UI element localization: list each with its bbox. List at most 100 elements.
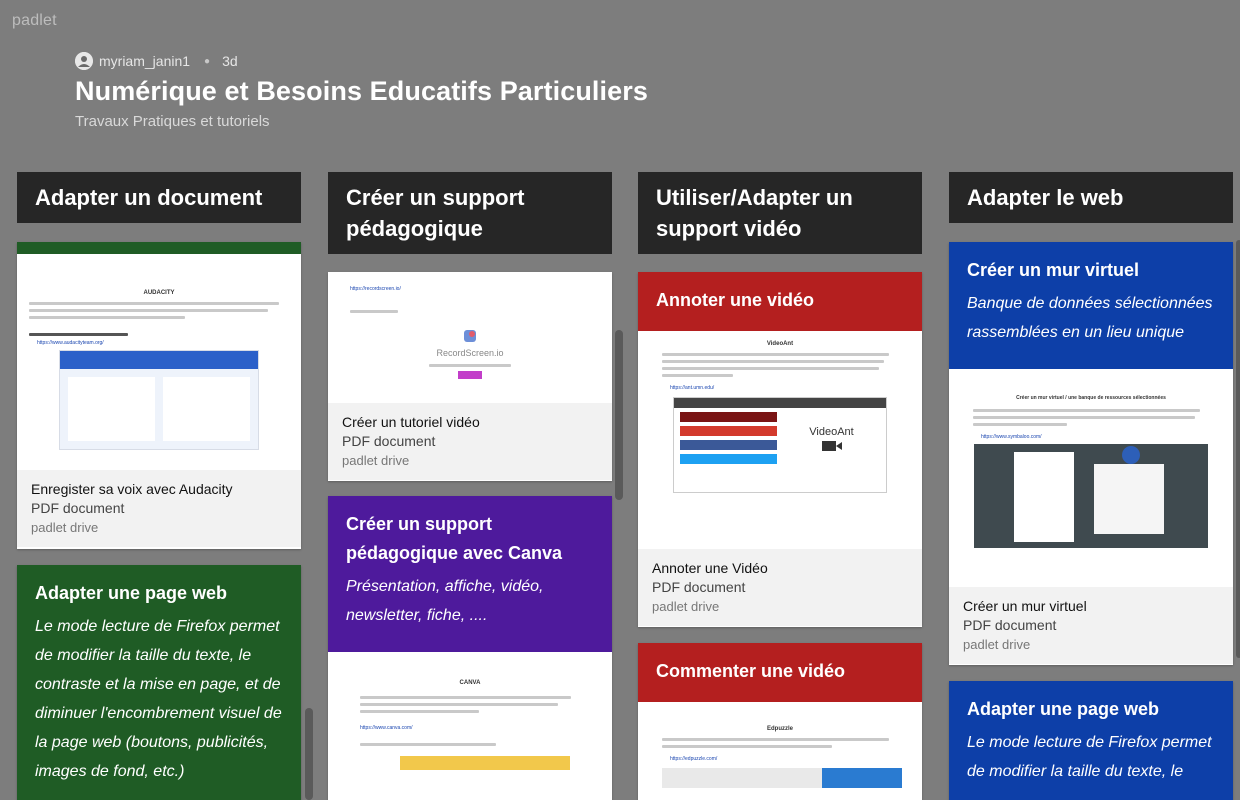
preview-record-button bbox=[458, 371, 482, 379]
preview-text-line bbox=[973, 416, 1195, 419]
preview-text-line bbox=[973, 409, 1200, 412]
preview-screenshot-panel bbox=[1094, 464, 1164, 534]
board-header: myriam_janin1 ● 3d Numérique et Besoins … bbox=[75, 52, 648, 130]
preview-screenshot bbox=[59, 350, 259, 450]
board-subtitle: Travaux Pratiques et tutoriels bbox=[75, 113, 270, 130]
board-title: Numérique et Besoins Educatifs Particuli… bbox=[75, 76, 648, 106]
preview-text-line bbox=[662, 374, 733, 377]
preview-brand: VideoAnt bbox=[809, 426, 854, 438]
attachment-type: PDF document bbox=[31, 500, 125, 516]
card-title: Adapter une page web bbox=[967, 699, 1160, 719]
document-preview[interactable]: CANVA https://www.canva.com/ bbox=[328, 652, 612, 800]
card-canva[interactable]: Créer un support pédagogique avec Canva … bbox=[328, 496, 612, 800]
column-adapter-le-web: Adapter le web bbox=[949, 172, 1233, 223]
attachment-info[interactable]: Enregister sa voix avec Audacity PDF doc… bbox=[17, 470, 301, 547]
column-title: Adapter le web bbox=[949, 172, 1233, 223]
preview-text-line bbox=[973, 423, 1068, 426]
column-adapter-un-document: Adapter un document bbox=[17, 172, 301, 223]
preview-link: https://ant.umn.edu/ bbox=[670, 385, 715, 391]
preview-text-line bbox=[350, 310, 398, 313]
card-tutoriel-video[interactable]: https://recordscreen.io/ RecordScreen.io… bbox=[328, 272, 612, 481]
preview-signin-row bbox=[680, 426, 777, 436]
attachment-type: PDF document bbox=[342, 433, 436, 449]
preview-text-line bbox=[360, 696, 572, 699]
card-title: Créer un support pédagogique avec Canva bbox=[346, 514, 563, 563]
video-camera-icon bbox=[821, 441, 842, 451]
attachment-source: padlet drive bbox=[342, 453, 410, 468]
card-body: Banque de données sélectionnées rassembl… bbox=[967, 295, 1213, 341]
card-title: Adapter une page web bbox=[35, 583, 228, 603]
card-mur-virtuel[interactable]: Créer un mur virtuel Banque de données s… bbox=[949, 242, 1233, 665]
separator-dot-icon: ● bbox=[204, 55, 211, 67]
document-preview[interactable]: Créer un mur virtuel / une banque de res… bbox=[949, 369, 1233, 587]
recordscreen-logo-icon bbox=[464, 330, 476, 342]
preview-text-line bbox=[29, 316, 185, 319]
preview-brand: RecordScreen.io bbox=[436, 348, 504, 358]
preview-signin-row bbox=[680, 412, 777, 422]
preview-text-line bbox=[360, 743, 497, 746]
card-title: Créer un mur virtuel bbox=[967, 260, 1140, 280]
card-head: Adapter une page web Le mode lecture de … bbox=[17, 565, 301, 800]
card-body: Présentation, affiche, vidéo, newsletter… bbox=[346, 578, 544, 624]
column-title: Utiliser/Adapter un support vidéo bbox=[638, 172, 922, 254]
card-adapter-page-web-2[interactable]: Adapter une page web Le mode lecture de … bbox=[949, 681, 1233, 800]
preview-screenshot-bar bbox=[674, 398, 886, 408]
preview-banner bbox=[400, 756, 570, 770]
preview-heading: AUDACITY bbox=[143, 290, 175, 296]
preview-heading: VideoAnt bbox=[766, 341, 794, 347]
card-color-strip bbox=[17, 242, 301, 254]
preview-screenshot bbox=[662, 768, 902, 788]
document-preview[interactable]: https://recordscreen.io/ RecordScreen.io bbox=[328, 272, 612, 403]
document-preview[interactable]: Edpuzzle https://edpuzzle.com/ bbox=[638, 702, 922, 800]
preview-app-icon bbox=[1122, 446, 1140, 464]
column-title: Créer un support pédagogique bbox=[328, 172, 612, 254]
author-name[interactable]: myriam_janin1 bbox=[99, 53, 190, 69]
attachment-name: Créer un mur virtuel bbox=[963, 598, 1087, 614]
column-scrollbar[interactable] bbox=[305, 708, 313, 800]
column-scrollbar[interactable] bbox=[1236, 240, 1240, 658]
preview-text-line bbox=[29, 309, 269, 312]
user-avatar-icon bbox=[75, 52, 93, 70]
preview-heading: CANVA bbox=[459, 680, 481, 686]
column-scrollbar[interactable] bbox=[615, 330, 623, 500]
preview-screenshot-panel bbox=[1014, 452, 1074, 542]
attachment-name: Enregister sa voix avec Audacity bbox=[31, 481, 233, 497]
preview-link: https://www.audacityteam.org/ bbox=[37, 340, 104, 346]
preview-heading: Créer un mur virtuel / une banque de res… bbox=[1016, 395, 1166, 401]
preview-text-line bbox=[662, 367, 880, 370]
attachment-info[interactable]: Créer un mur virtuel PDF document padlet… bbox=[949, 587, 1233, 664]
attachment-type: PDF document bbox=[652, 579, 746, 595]
card-adapter-page-web[interactable]: Adapter une page web Le mode lecture de … bbox=[17, 565, 301, 800]
preview-text-line bbox=[662, 360, 884, 363]
attachment-source: padlet drive bbox=[652, 599, 720, 614]
card-annoter-video[interactable]: Annoter une vidéo VideoAnt https://ant.u… bbox=[638, 272, 922, 627]
preview-text-line bbox=[360, 710, 479, 713]
post-age: 3d bbox=[222, 53, 238, 69]
padlet-logo[interactable]: padlet bbox=[12, 12, 57, 30]
card-title: Commenter une vidéo bbox=[656, 661, 846, 681]
card-commenter-video[interactable]: Commenter une vidéo Edpuzzle https://edp… bbox=[638, 643, 922, 800]
document-preview[interactable]: AUDACITY https://www.audacityteam.org/ bbox=[17, 254, 301, 470]
card-body: Le mode lecture de Firefox permet de mod… bbox=[35, 618, 282, 780]
preview-screenshot-panel bbox=[68, 377, 155, 441]
preview-screenshot bbox=[974, 444, 1208, 548]
card-body: Le mode lecture de Firefox permet de mod… bbox=[967, 734, 1212, 780]
document-preview[interactable]: VideoAnt https://ant.umn.edu/ VideoAnt bbox=[638, 331, 922, 549]
preview-screenshot-panel bbox=[163, 377, 250, 441]
preview-link: https://recordscreen.io/ bbox=[350, 286, 401, 292]
preview-link: https://www.symbaloo.com/ bbox=[981, 434, 1042, 440]
preview-text-line bbox=[662, 745, 832, 748]
attachment-info[interactable]: Annoter une Vidéo PDF document padlet dr… bbox=[638, 549, 922, 626]
avatar[interactable] bbox=[75, 52, 93, 70]
card-head: Créer un mur virtuel Banque de données s… bbox=[949, 242, 1233, 369]
preview-text-line bbox=[29, 302, 279, 305]
column-title: Adapter un document bbox=[17, 172, 301, 223]
preview-link: https://edpuzzle.com/ bbox=[670, 756, 718, 762]
attachment-info[interactable]: Créer un tutoriel vidéo PDF document pad… bbox=[328, 403, 612, 480]
card-audacity[interactable]: AUDACITY https://www.audacityteam.org/ E… bbox=[17, 242, 301, 549]
card-head: Commenter une vidéo bbox=[638, 643, 922, 702]
card-head: Adapter une page web Le mode lecture de … bbox=[949, 681, 1233, 800]
preview-text-line bbox=[429, 364, 511, 367]
card-title: Annoter une vidéo bbox=[656, 290, 815, 310]
column-utiliser-support-video: Utiliser/Adapter un support vidéo bbox=[638, 172, 922, 254]
